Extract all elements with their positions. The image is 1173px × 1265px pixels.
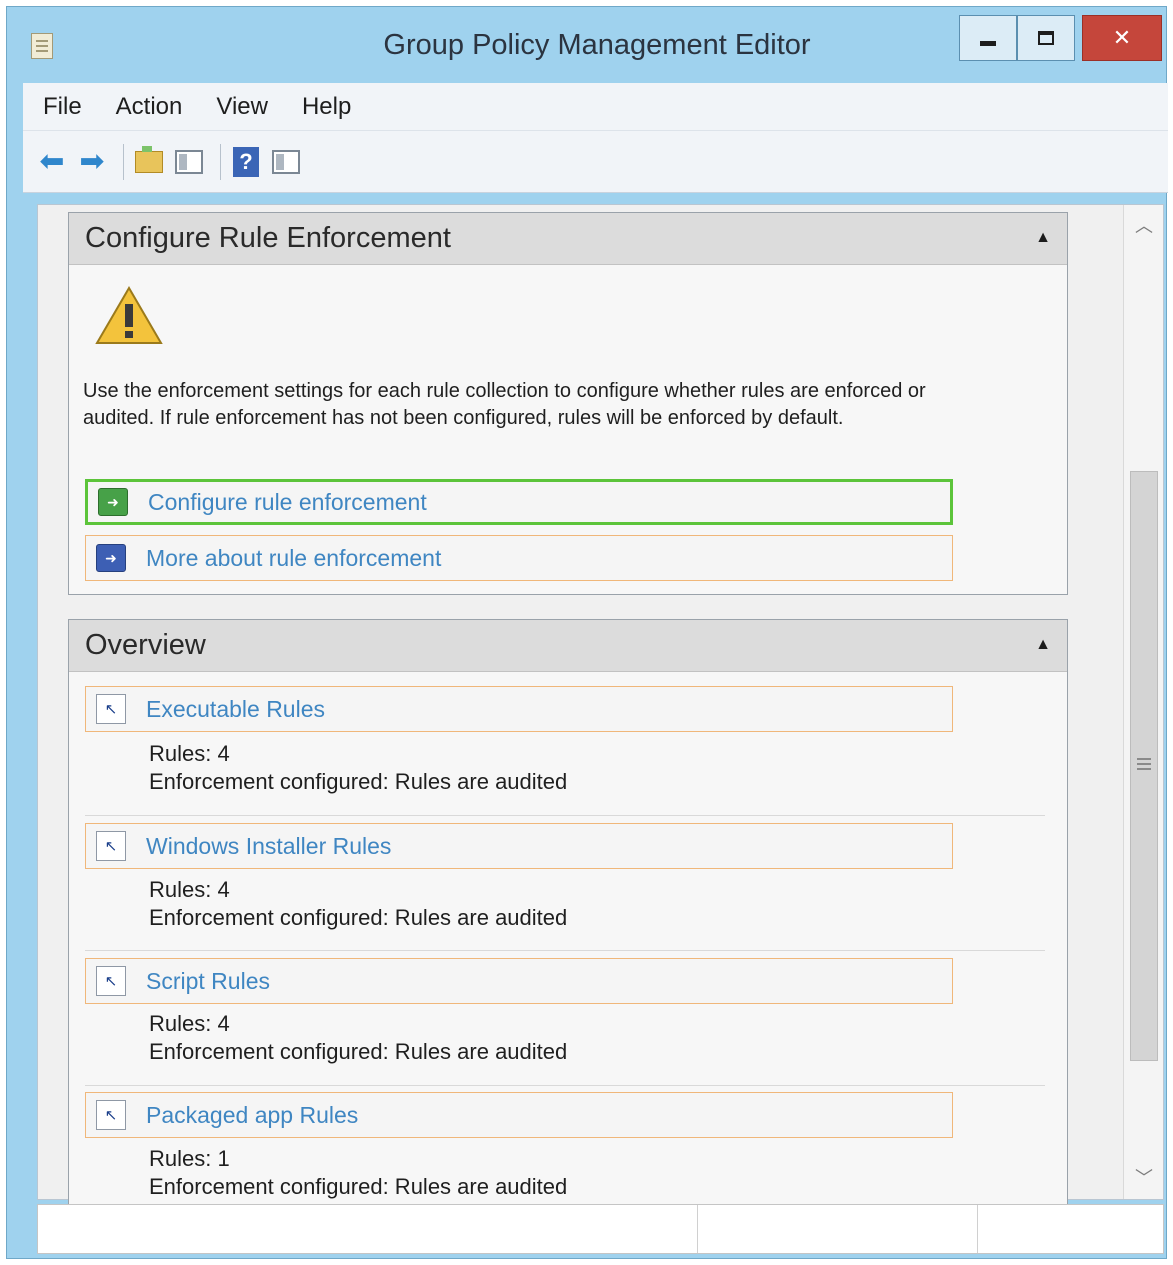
rule-enforcement-status: Enforcement configured: Rules are audite… (149, 1039, 568, 1064)
scroll-down-icon[interactable]: ﹀ (1124, 1161, 1164, 1195)
more-about-rule-enforcement-link[interactable]: ➜ More about rule enforcement (85, 535, 953, 581)
rule-details: Rules: 4 Enforcement configured: Rules a… (149, 1010, 567, 1066)
rule-details: Rules: 4 Enforcement configured: Rules a… (149, 876, 567, 932)
rule-details: Rules: 1 Enforcement configured: Rules a… (149, 1145, 567, 1201)
console-tree-button[interactable] (172, 145, 206, 179)
show-hide-action-pane-icon (272, 149, 300, 174)
rule-count: Rules: 4 (149, 877, 230, 902)
menu-bar: File Action View Help (23, 83, 1168, 131)
shortcut-icon: ↖ (96, 1100, 126, 1130)
close-icon: ✕ (1112, 25, 1132, 50)
scroll-grip-icon (1137, 758, 1151, 770)
close-button[interactable]: ✕ (1082, 15, 1162, 61)
divider (85, 950, 1045, 951)
window-title: Group Policy Management Editor (383, 29, 811, 61)
collapse-arrow-icon[interactable]: ▲ (1035, 636, 1051, 654)
enforcement-section-header[interactable]: Configure Rule Enforcement ▲ (69, 213, 1067, 265)
rule-name: Windows Installer Rules (146, 832, 392, 859)
status-pane (698, 1205, 978, 1253)
rule-enforcement-status: Enforcement configured: Rules are audite… (149, 905, 568, 930)
toolbar-separator (220, 143, 221, 180)
shortcut-icon: ↖ (96, 694, 126, 724)
configure-action-icon: ➜ (98, 488, 128, 516)
toolbar: ⬅ ➡ ? (23, 131, 1168, 193)
back-arrow-icon: ⬅ (39, 144, 65, 178)
enforcement-section: Configure Rule Enforcement ▲ Use the enf… (68, 212, 1068, 595)
maximize-button[interactable] (1017, 15, 1075, 61)
rule-details: Rules: 4 Enforcement configured: Rules a… (149, 740, 567, 796)
menu-action[interactable]: Action (116, 93, 183, 121)
toolbar-separator (123, 143, 124, 180)
rule-enforcement-status: Enforcement configured: Rules are audite… (149, 1174, 568, 1199)
shortcut-icon: ↖ (96, 966, 126, 996)
overview-section-title: Overview (85, 629, 206, 661)
overview-section: Overview ▲ ↖ Executable Rules Rules: 4 E… (68, 619, 1068, 1209)
menu-help[interactable]: Help (302, 93, 351, 121)
scroll-up-icon[interactable]: ︿ (1124, 209, 1164, 243)
rule-count: Rules: 4 (149, 741, 230, 766)
enforcement-description: Use the enforcement settings for each ru… (83, 380, 926, 429)
up-level-button[interactable] (132, 145, 166, 179)
script-rules-link[interactable]: ↖ Script Rules (85, 958, 953, 1004)
help-button[interactable]: ? (229, 145, 263, 179)
vertical-scrollbar[interactable]: ︿ ﹀ (1123, 205, 1163, 1199)
maximize-icon (1038, 31, 1054, 45)
rule-enforcement-status: Enforcement configured: Rules are audite… (149, 769, 568, 794)
enforcement-section-title: Configure Rule Enforcement (85, 222, 451, 254)
show-hide-console-tree-icon (175, 149, 203, 174)
packaged-app-rules-link[interactable]: ↖ Packaged app Rules (85, 1092, 953, 1138)
action-pane-button[interactable] (269, 145, 303, 179)
title-bar: Group Policy Management Editor ✕ (7, 7, 1166, 83)
overview-section-header[interactable]: Overview ▲ (69, 620, 1067, 672)
minimize-icon (980, 40, 996, 46)
back-button[interactable]: ⬅ (35, 145, 69, 179)
status-pane (978, 1205, 1163, 1253)
collapse-arrow-icon[interactable]: ▲ (1035, 229, 1051, 247)
info-action-icon: ➜ (96, 544, 126, 572)
forward-button[interactable]: ➡ (75, 145, 109, 179)
warning-icon (95, 285, 163, 347)
rule-name: Script Rules (146, 967, 270, 994)
rule-count: Rules: 1 (149, 1146, 230, 1171)
status-pane (38, 1205, 698, 1253)
divider (85, 1085, 1045, 1086)
configure-rule-enforcement-label: Configure rule enforcement (148, 488, 427, 515)
divider (85, 815, 1045, 816)
scrollbar-thumb[interactable] (1130, 471, 1158, 1061)
windows-installer-rules-link[interactable]: ↖ Windows Installer Rules (85, 823, 953, 869)
app-window: Group Policy Management Editor ✕ File Ac… (6, 6, 1168, 1259)
forward-arrow-icon: ➡ (79, 144, 105, 178)
menu-view[interactable]: View (216, 93, 268, 121)
rule-count: Rules: 4 (149, 1011, 230, 1036)
executable-rules-link[interactable]: ↖ Executable Rules (85, 686, 953, 732)
minimize-button[interactable] (959, 15, 1017, 61)
shortcut-icon: ↖ (96, 831, 126, 861)
up-folder-icon (135, 145, 163, 173)
more-about-rule-enforcement-label: More about rule enforcement (146, 544, 442, 571)
status-bar (37, 1204, 1164, 1254)
menu-file[interactable]: File (43, 93, 82, 121)
rule-name: Packaged app Rules (146, 1101, 359, 1128)
help-icon: ? (233, 146, 259, 177)
rule-name: Executable Rules (146, 695, 325, 722)
configure-rule-enforcement-link[interactable]: ➜ Configure rule enforcement (85, 479, 953, 525)
app-icon (31, 33, 53, 59)
details-pane: Configure Rule Enforcement ▲ Use the enf… (37, 204, 1164, 1209)
